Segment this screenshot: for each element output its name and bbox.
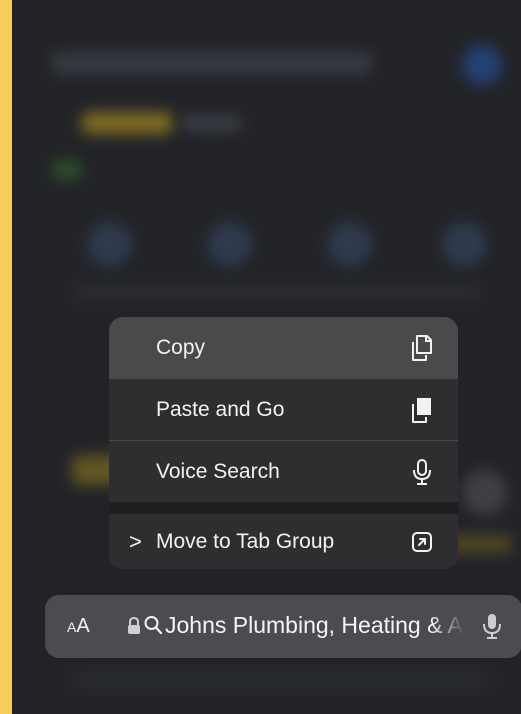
move-arrow-icon [410, 528, 434, 556]
paste-icon [410, 396, 434, 424]
menu-item-label: Move to Tab Group [156, 529, 335, 553]
chevron-right-icon: > [129, 528, 142, 554]
menu-section-gap [109, 502, 458, 514]
microphone-icon[interactable] [482, 612, 502, 645]
phone-screen: Copy Paste and Go Voice Search > Move to… [12, 0, 521, 714]
copy-icon [410, 334, 434, 362]
microphone-icon [410, 458, 434, 486]
menu-item-label: Copy [156, 335, 206, 359]
menu-item-copy[interactable]: Copy [109, 317, 458, 378]
menu-item-move-to-tab-group[interactable]: > Move to Tab Group [109, 514, 458, 569]
text-size-button[interactable]: AA [67, 615, 90, 638]
url-text[interactable]: Johns Plumbing, Heating & Air Conditioni… [165, 612, 465, 639]
lock-icon [127, 616, 141, 640]
search-icon [144, 615, 163, 640]
menu-item-voice-search[interactable]: Voice Search [109, 441, 458, 502]
menu-item-label: Paste and Go [156, 397, 285, 421]
address-bar[interactable]: AA Johns Plumbing, Heating & Air Conditi… [45, 595, 521, 658]
address-context-menu: Copy Paste and Go Voice Search > Move to… [109, 317, 458, 569]
menu-item-paste-and-go[interactable]: Paste and Go [109, 379, 458, 440]
text-size-small-a: A [67, 619, 77, 635]
menu-item-label: Voice Search [156, 459, 280, 483]
text-size-large-a: A [76, 615, 90, 637]
